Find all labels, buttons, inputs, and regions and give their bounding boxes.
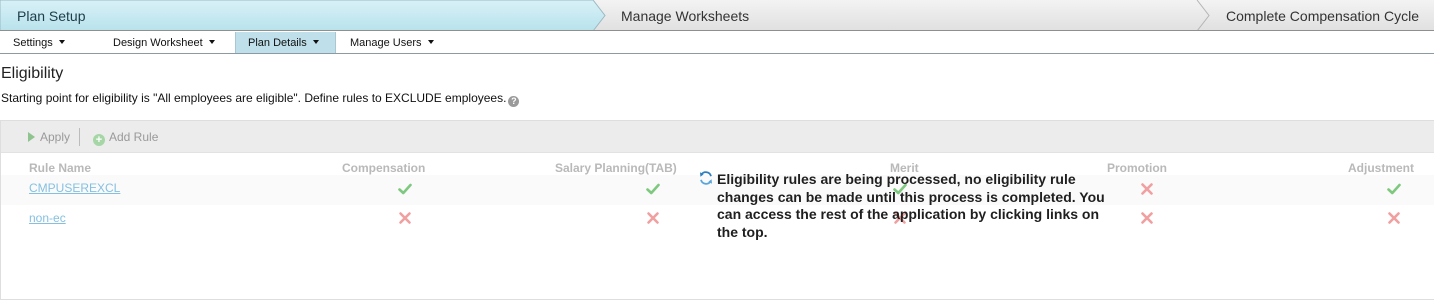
sub-tab-bar: Settings Design Worksheet Plan Details M… <box>0 32 1434 54</box>
process-steps-bar: Plan Setup Manage Worksheets Complete Co… <box>0 0 1434 31</box>
add-rule-button[interactable]: + Add Rule <box>93 130 158 146</box>
chevron-down-icon <box>427 40 434 44</box>
toolbar-divider <box>79 128 80 146</box>
col-header-salary-planning: Salary Planning(TAB) <box>555 161 677 175</box>
eligibility-description: Starting point for eligibility is "All e… <box>1 91 520 107</box>
col-header-compensation: Compensation <box>342 161 426 175</box>
page-title: Eligibility <box>1 65 64 82</box>
chevron-down-icon <box>208 40 215 44</box>
tab-settings-label: Settings <box>13 37 53 49</box>
rule-link-non-ec[interactable]: non-ec <box>29 211 66 225</box>
description-text: Starting point for eligibility is "All e… <box>1 91 507 105</box>
apply-button[interactable]: Apply <box>28 130 70 144</box>
tab-design-worksheet-label: Design Worksheet <box>113 37 203 49</box>
step-manage-worksheets[interactable]: Manage Worksheets <box>621 8 749 24</box>
cross-icon <box>1140 182 1154 196</box>
tab-design-worksheet[interactable]: Design Worksheet <box>113 32 215 53</box>
cross-icon <box>1387 211 1401 225</box>
question-mark-icon[interactable]: ? <box>508 96 520 107</box>
step-plan-setup-shape[interactable] <box>0 0 606 31</box>
chevron-down-icon <box>312 40 319 44</box>
check-icon <box>398 182 412 196</box>
apply-label: Apply <box>40 130 71 144</box>
col-header-adjustment: Adjustment <box>1348 161 1414 175</box>
rule-link-cmpuserexcl[interactable]: CMPUSEREXCL <box>29 181 120 195</box>
chevron-down-icon <box>58 40 65 44</box>
add-rule-label: Add Rule <box>109 130 159 144</box>
step-complete-compensation-cycle[interactable]: Complete Compensation Cycle <box>1226 8 1419 24</box>
processing-message: Eligibility rules are being processed, n… <box>717 171 1105 240</box>
step-plan-setup[interactable]: Plan Setup <box>17 8 86 24</box>
check-icon <box>1387 182 1401 196</box>
tab-settings[interactable]: Settings <box>13 32 65 53</box>
cross-icon <box>398 211 412 225</box>
cross-icon <box>1140 211 1154 225</box>
rules-toolbar: Apply + Add Rule <box>1 121 1434 153</box>
refresh-icon <box>700 171 712 185</box>
tab-manage-users[interactable]: Manage Users <box>350 32 434 53</box>
check-icon <box>646 182 660 196</box>
play-icon <box>28 132 35 142</box>
tab-manage-users-label: Manage Users <box>350 37 422 49</box>
add-icon: + <box>93 134 105 146</box>
cross-icon <box>646 211 660 225</box>
tab-plan-details[interactable]: Plan Details <box>235 32 336 53</box>
tab-plan-details-label: Plan Details <box>248 37 307 49</box>
col-header-rule-name: Rule Name <box>29 161 92 175</box>
